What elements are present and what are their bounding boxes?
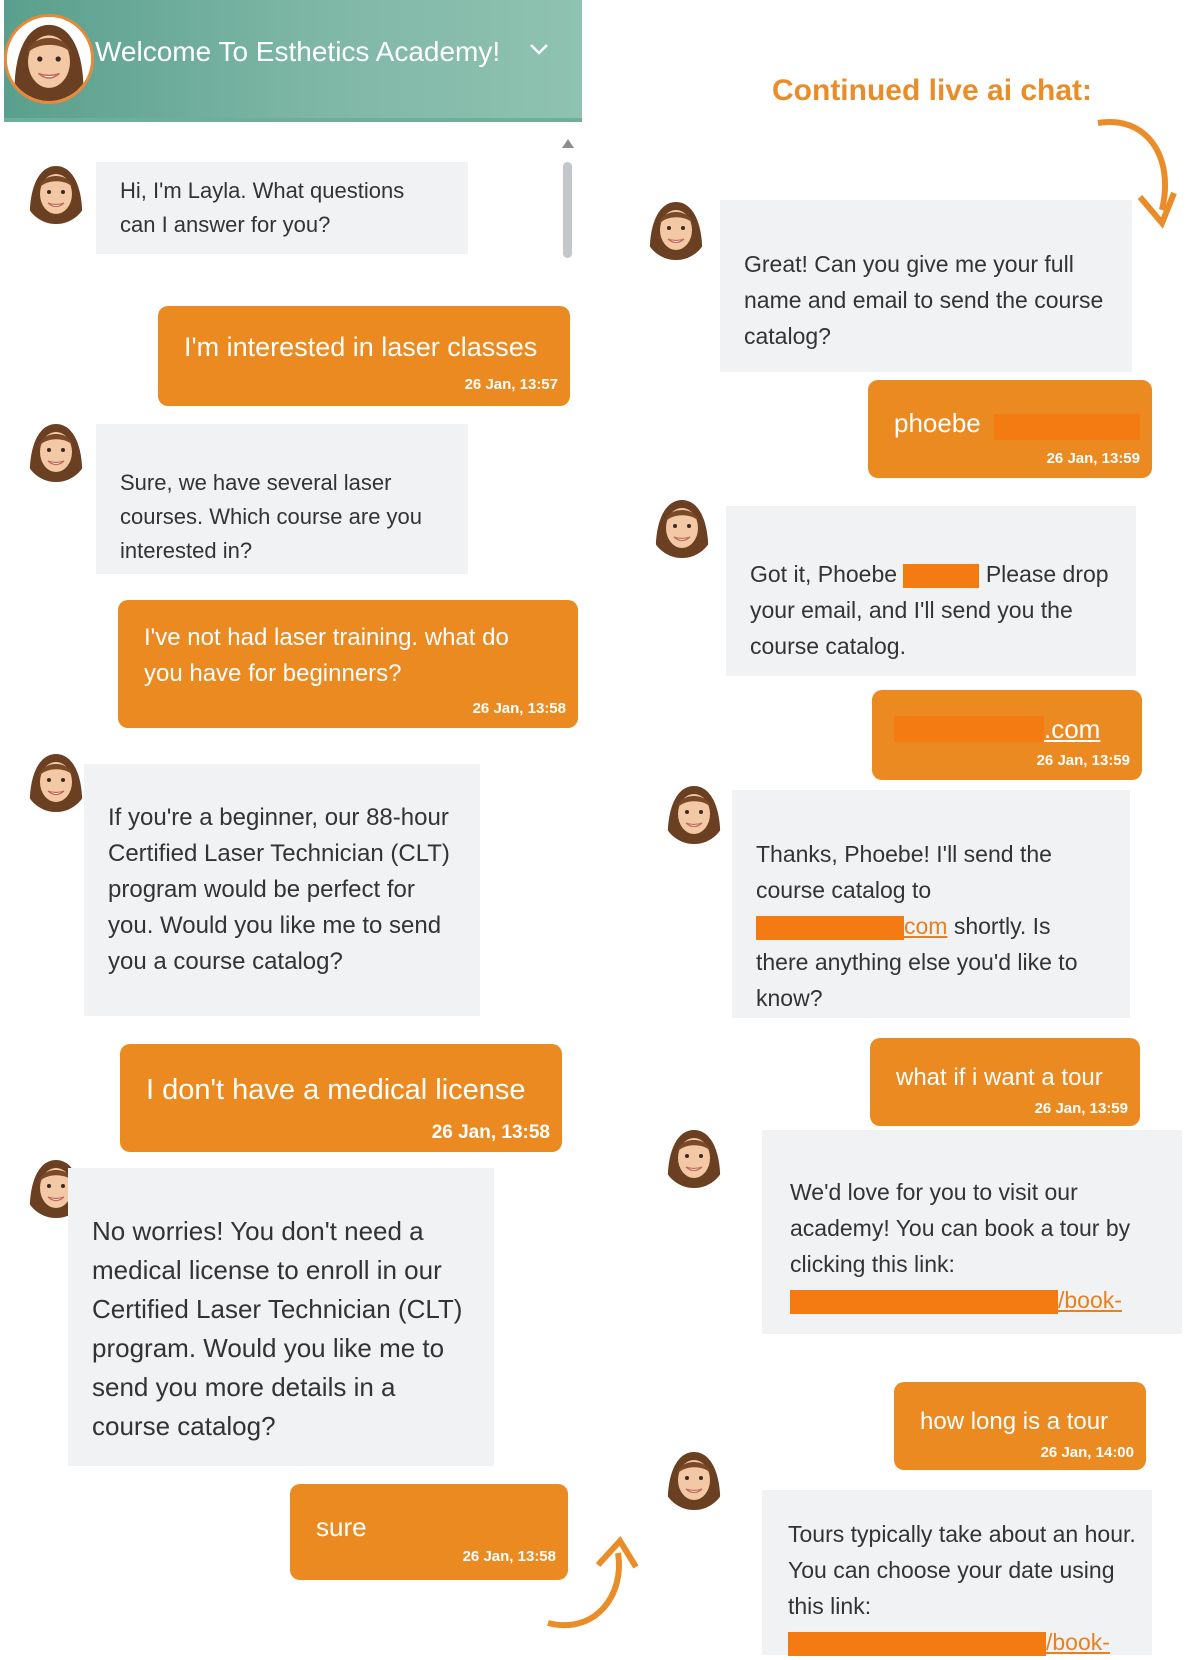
redaction-block [788, 1631, 1046, 1656]
redaction-block [894, 716, 1044, 742]
user-message: how long is a tour 26 Jan, 14:00 [894, 1382, 1146, 1470]
bot-avatar [24, 160, 88, 224]
bot-message: Sure, we have several laser courses. Whi… [96, 424, 468, 574]
user-message: I'm interested in laser classes 26 Jan, … [158, 306, 570, 406]
bot-avatar [662, 1124, 726, 1188]
redaction-block [790, 1289, 1058, 1314]
booking-link[interactable]: /book- [1058, 1287, 1122, 1313]
user-message: phoebe 26 Jan, 13:59 [868, 380, 1152, 478]
bot-message: Great! Can you give me your full name an… [720, 200, 1132, 372]
user-message: I've not had laser training. what do you… [118, 600, 578, 728]
scroll-up-arrow-icon[interactable] [561, 136, 575, 154]
bot-message: Hi, I'm Layla. What questions can I answ… [96, 162, 468, 254]
bot-message: If you're a beginner, our 88-hour Certif… [84, 764, 480, 1016]
redaction-block [756, 915, 904, 940]
bot-message: Thanks, Phoebe! I'll send the course cat… [732, 790, 1130, 1018]
booking-link[interactable]: /book- [1046, 1629, 1110, 1655]
agent-avatar [4, 14, 94, 104]
bot-avatar [662, 1446, 726, 1510]
bot-message: Got it, Phoebe Please drop your email, a… [726, 506, 1136, 676]
caption-continued: Continued live ai chat: [772, 74, 1093, 107]
email-link[interactable]: com [904, 913, 947, 939]
bot-avatar [650, 494, 714, 558]
redaction-block [994, 414, 1140, 440]
bot-avatar [644, 196, 708, 260]
user-message: .com 26 Jan, 13:59 [872, 690, 1142, 780]
chat-header-title: Welcome To Esthetics Academy! [95, 36, 501, 67]
chevron-down-icon[interactable] [528, 38, 550, 65]
bot-message: We'd love for you to visit our academy! … [762, 1130, 1182, 1334]
bot-avatar [24, 748, 88, 812]
scrollbar-thumb[interactable] [563, 162, 572, 258]
user-message: what if i want a tour 26 Jan, 13:59 [870, 1038, 1140, 1126]
user-message: I don't have a medical license 26 Jan, 1… [120, 1044, 562, 1152]
user-message: sure 26 Jan, 13:58 [290, 1484, 568, 1580]
redaction-block [903, 563, 980, 588]
bot-avatar [662, 780, 726, 844]
bot-message: Tours typically take about an hour. You … [762, 1490, 1152, 1656]
bot-message: No worries! You don't need a medical lic… [68, 1168, 494, 1466]
bot-avatar [24, 418, 88, 482]
